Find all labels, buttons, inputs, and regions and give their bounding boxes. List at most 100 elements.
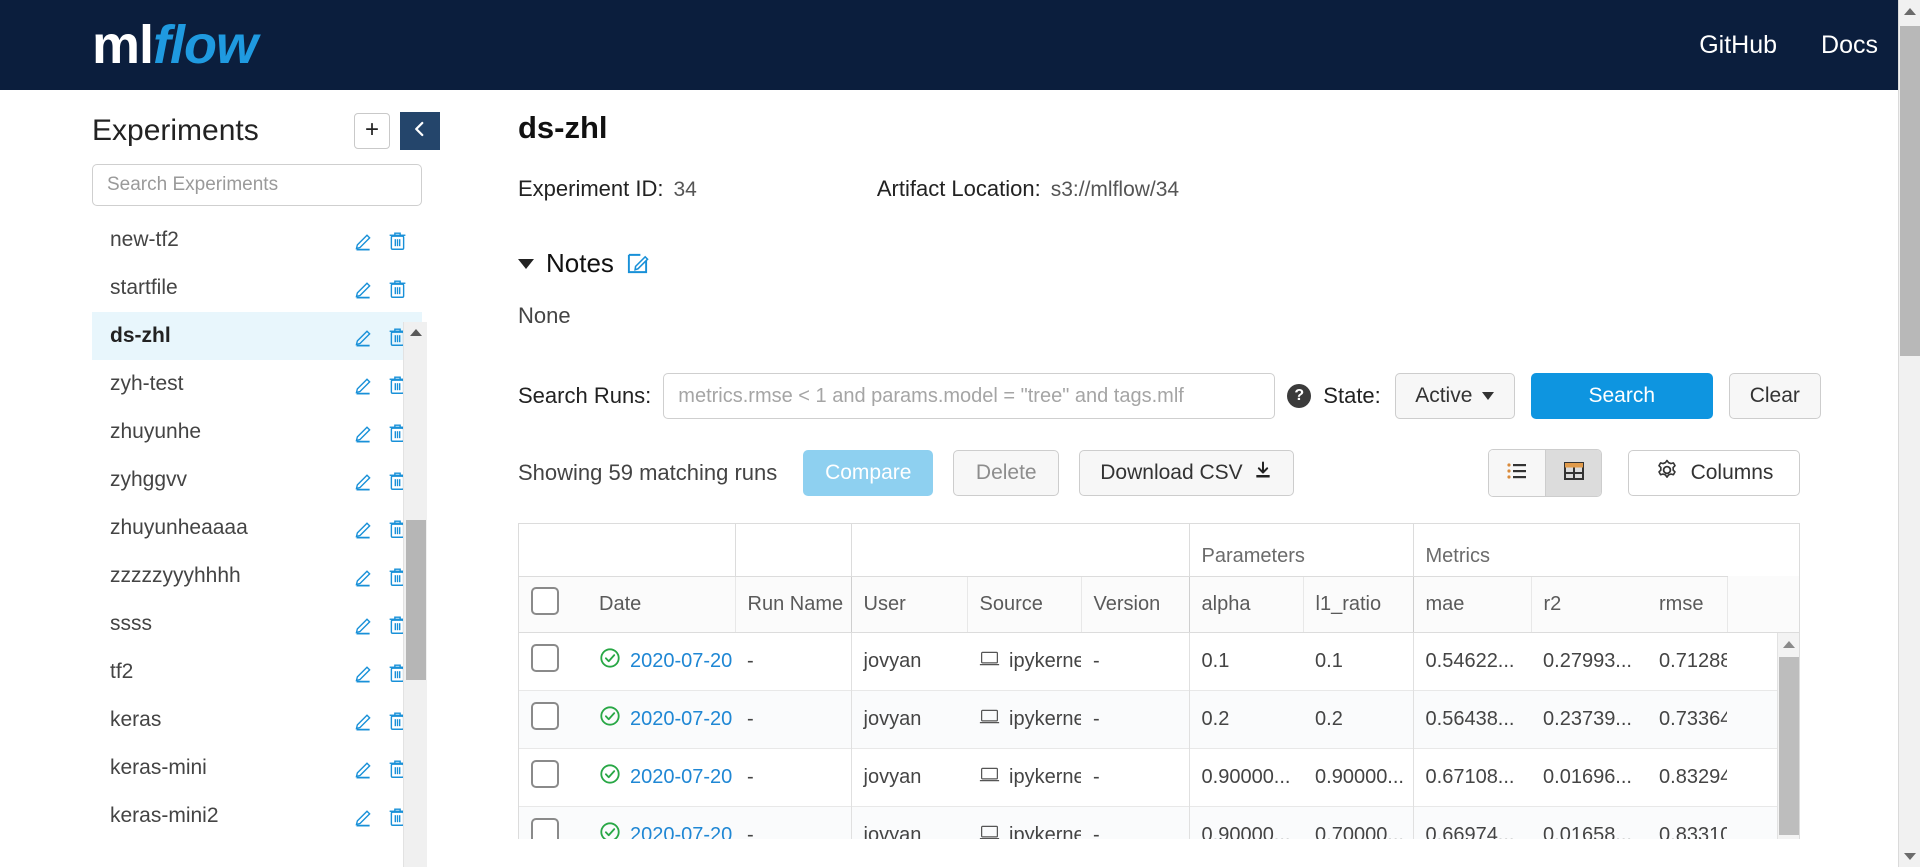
delete-experiment-icon[interactable] — [382, 225, 412, 255]
compare-button[interactable]: Compare — [803, 450, 934, 496]
column-header-version[interactable]: Version — [1080, 576, 1190, 633]
create-experiment-button[interactable]: + — [354, 113, 390, 149]
clear-button[interactable]: Clear — [1728, 373, 1821, 419]
row-rmse-cell: 0.71288... — [1659, 649, 1727, 672]
edit-experiment-icon[interactable] — [348, 225, 378, 255]
page-scrollbar-thumb[interactable] — [1900, 26, 1920, 356]
edit-experiment-icon[interactable] — [348, 417, 378, 447]
sidebar-item-zyhggvv[interactable]: zyhggvv — [92, 456, 422, 504]
column-header-date[interactable]: Date — [587, 576, 735, 633]
search-runs-row: Search Runs: ? State: Active Search Clea… — [518, 373, 1920, 419]
column-header-l1_ratio[interactable]: l1_ratio — [1302, 576, 1414, 633]
table-row[interactable]: 2020-07-20 16-jovyanipykerne-0.90000...0… — [519, 748, 1799, 806]
sidebar-item-ssss[interactable]: ssss — [92, 600, 422, 648]
row-checkbox[interactable] — [531, 644, 559, 672]
edit-experiment-icon[interactable] — [348, 753, 378, 783]
run-date-link[interactable]: 2020-07-20 16 — [630, 766, 735, 789]
group-header-metrics: Metrics — [1412, 524, 1728, 577]
edit-experiment-icon[interactable] — [348, 705, 378, 735]
sidebar-scrollbar-thumb[interactable] — [406, 520, 426, 680]
page-scroll-down-icon[interactable] — [1899, 845, 1920, 867]
row-r2-cell: 0.01696... — [1543, 765, 1632, 788]
run-date-link[interactable]: 2020-07-20 16 — [630, 824, 735, 840]
column-header-user[interactable]: User — [850, 576, 967, 633]
column-header-mae[interactable]: mae — [1412, 576, 1532, 633]
search-runs-input[interactable] — [663, 373, 1276, 419]
column-header-rmse[interactable]: rmse — [1647, 576, 1728, 633]
run-date-link[interactable]: 2020-07-20 16 — [630, 708, 735, 731]
sidebar-item-keras[interactable]: keras — [92, 696, 422, 744]
edit-experiment-icon[interactable] — [348, 513, 378, 543]
edit-experiment-icon[interactable] — [348, 273, 378, 303]
sidebar-item-label: keras-mini — [110, 756, 207, 779]
edit-notes-icon[interactable] — [626, 252, 649, 275]
sidebar-item-startfile[interactable]: startfile — [92, 264, 422, 312]
row-source-cell: ipykerne — [967, 690, 1081, 748]
scroll-up-arrow-icon[interactable] — [404, 322, 428, 342]
download-csv-label: Download CSV — [1100, 461, 1243, 484]
table-row[interactable]: 2020-07-20 16-jovyanipykerne-0.20.20.564… — [519, 690, 1799, 748]
sidebar-item-new-tf2[interactable]: new-tf2 — [92, 216, 422, 264]
mlflow-logo[interactable]: ml flow — [92, 15, 258, 75]
sidebar-item-zhuyunhe[interactable]: zhuyunhe — [92, 408, 422, 456]
sidebar-scrollbar[interactable] — [403, 322, 427, 867]
row-checkbox[interactable] — [531, 702, 559, 730]
row-checkbox[interactable] — [531, 818, 559, 839]
edit-experiment-icon[interactable] — [348, 801, 378, 831]
logo-flow-text: flow — [153, 15, 258, 75]
run-source-label: ipykerne — [1009, 649, 1081, 672]
edit-experiment-icon[interactable] — [348, 369, 378, 399]
notes-title: Notes — [546, 248, 614, 278]
table-scrollbar[interactable] — [1777, 633, 1799, 839]
sidebar-item-ds-zhl[interactable]: ds-zhl — [92, 312, 422, 360]
run-date-link[interactable]: 2020-07-20 16 — [630, 650, 735, 673]
delete-experiment-icon[interactable] — [382, 273, 412, 303]
laptop-icon — [979, 708, 1000, 731]
help-icon[interactable]: ? — [1287, 384, 1312, 408]
list-view-button[interactable] — [1489, 450, 1545, 496]
page-scrollbar[interactable] — [1898, 0, 1920, 867]
row-r2-cell: 0.01658... — [1543, 823, 1632, 840]
state-filter-dropdown[interactable]: Active — [1394, 373, 1515, 419]
sidebar-item-tf2[interactable]: tf2 — [92, 648, 422, 696]
column-header-row: Date Run Name User Source Version alpha l1_rat… — [519, 576, 1799, 633]
sidebar-item-zhuyunheaaaa[interactable]: zhuyunheaaaa — [92, 504, 422, 552]
page-title: ds-zhl — [518, 110, 608, 145]
notes-collapse-caret-icon[interactable] — [518, 258, 534, 269]
table-row[interactable]: 2020-07-20 16-jovyanipykerne-0.10.10.546… — [519, 632, 1799, 690]
nav-link-github[interactable]: GitHub — [1699, 31, 1777, 60]
sidebar-item-label: zzzzzyyyhhhh — [110, 564, 241, 587]
sidebar-item-keras-mini[interactable]: keras-mini — [92, 744, 422, 792]
edit-experiment-icon[interactable] — [348, 465, 378, 495]
table-row[interactable]: 2020-07-20 16-jovyanipykerne-0.90000...0… — [519, 806, 1799, 839]
column-header-run-name[interactable]: Run Name — [734, 576, 851, 633]
column-header-alpha[interactable]: alpha — [1188, 576, 1304, 633]
search-experiments-input[interactable] — [92, 164, 422, 206]
download-csv-button[interactable]: Download CSV — [1079, 450, 1294, 496]
row-date-cell: 2020-07-20 16 — [587, 806, 735, 839]
sidebar-item-zzzzzyyyhhhh[interactable]: zzzzzyyyhhhh — [92, 552, 422, 600]
sidebar-item-keras-mini2[interactable]: keras-mini2 — [92, 792, 422, 840]
edit-experiment-icon[interactable] — [348, 321, 378, 351]
search-button[interactable]: Search — [1530, 373, 1713, 419]
navbar-links: GitHub Docs — [1699, 0, 1878, 90]
column-header-source[interactable]: Source — [966, 576, 1081, 633]
columns-button[interactable]: Columns — [1628, 450, 1800, 496]
runs-table-body: 2020-07-20 16-jovyanipykerne-0.10.10.546… — [519, 632, 1799, 839]
edit-experiment-icon[interactable] — [348, 561, 378, 591]
table-scrollbar-thumb[interactable] — [1779, 657, 1799, 835]
group-header-blank-2 — [734, 524, 851, 577]
table-scroll-up-arrow-icon[interactable] — [1778, 633, 1799, 655]
row-checkbox[interactable] — [531, 760, 559, 788]
select-all-checkbox[interactable] — [531, 587, 559, 615]
grid-view-button[interactable] — [1545, 450, 1601, 496]
column-header-r2[interactable]: r2 — [1530, 576, 1648, 633]
row-r2-cell: 0.27993... — [1543, 649, 1632, 672]
nav-link-docs[interactable]: Docs — [1821, 31, 1878, 60]
collapse-sidebar-button[interactable] — [400, 112, 440, 150]
page-scroll-up-icon[interactable] — [1899, 0, 1920, 22]
delete-button[interactable]: Delete — [953, 450, 1060, 496]
sidebar-item-zyh-test[interactable]: zyh-test — [92, 360, 422, 408]
edit-experiment-icon[interactable] — [348, 657, 378, 687]
edit-experiment-icon[interactable] — [348, 609, 378, 639]
